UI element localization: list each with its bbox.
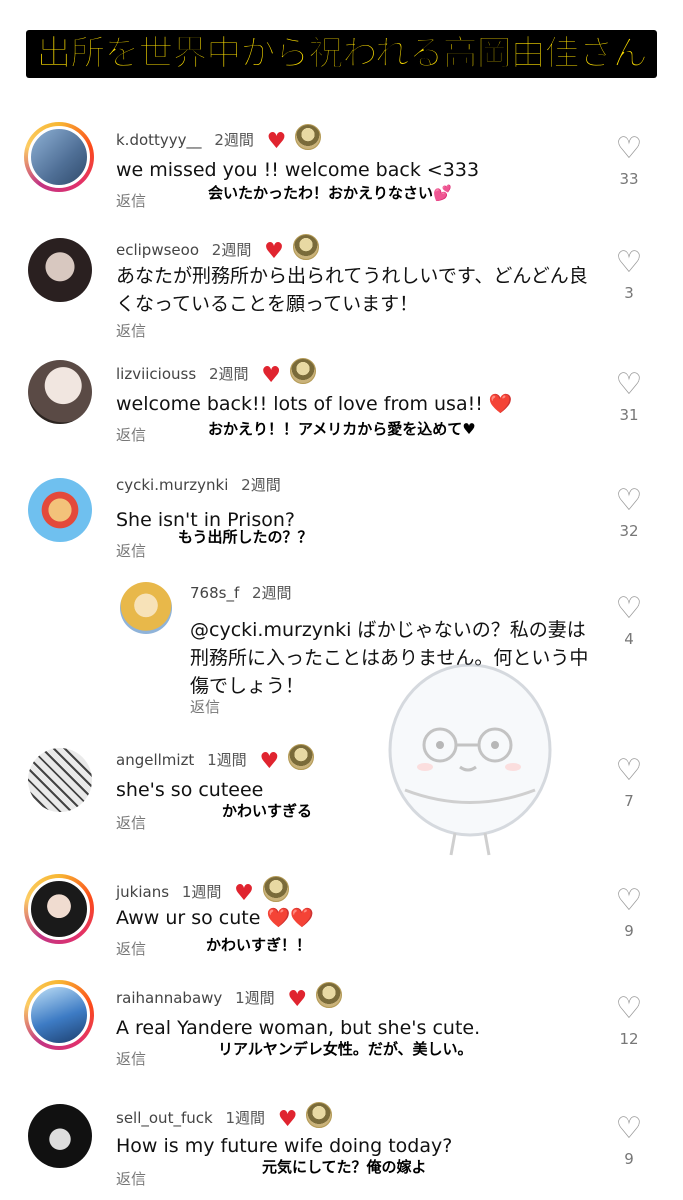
heart-outline-icon[interactable]: ♡: [612, 134, 646, 164]
reply-button[interactable]: 返信: [116, 320, 146, 341]
username[interactable]: k.dottyyy__: [116, 131, 202, 149]
reply-button[interactable]: 返信: [116, 1048, 146, 1069]
heart-outline-icon[interactable]: ♡: [612, 486, 646, 516]
comment-text: welcome back!! lots of love from usa!! ❤…: [116, 393, 513, 415]
timestamp: 1週間: [225, 1109, 265, 1127]
like-count: 7: [624, 792, 634, 810]
username[interactable]: raihannabawy: [116, 989, 222, 1007]
like-count: 12: [619, 1030, 639, 1048]
avatar[interactable]: [28, 360, 92, 424]
like-count: 32: [619, 522, 639, 540]
like-count: 33: [619, 170, 639, 188]
creator-avatar: [292, 234, 319, 260]
timestamp: 1週間: [181, 883, 222, 901]
timestamp: 1週間: [207, 751, 247, 769]
heart-outline-icon[interactable]: ♡: [612, 756, 646, 786]
avatar[interactable]: [28, 238, 92, 302]
red-heart-icon: ♥: [277, 1107, 298, 1132]
translation-caption: 会いたかったわ！おかえりなさい💕: [208, 184, 452, 202]
timestamp: 2週間: [211, 241, 252, 259]
creator-avatar: [306, 1102, 333, 1128]
username[interactable]: eclipwseoo: [116, 241, 199, 259]
avatar[interactable]: [120, 582, 172, 634]
red-heart-icon: ♥: [234, 881, 254, 906]
username[interactable]: sell_out_fuck: [116, 1109, 213, 1127]
translation-caption: かわいすぎる: [222, 802, 313, 820]
reply-button[interactable]: 返信: [116, 190, 146, 211]
avatar[interactable]: [28, 478, 92, 542]
like-count: 9: [624, 922, 634, 940]
red-heart-icon: ♥: [259, 749, 280, 774]
heart-outline-icon[interactable]: ♡: [612, 886, 646, 916]
like-count: 3: [624, 284, 634, 302]
reply-button[interactable]: 返信: [116, 1168, 146, 1189]
red-heart-icon: ♥: [287, 987, 308, 1012]
like-count: 4: [624, 630, 634, 648]
reply-button[interactable]: 返信: [116, 938, 146, 959]
creator-avatar: [287, 744, 314, 770]
like-count: 9: [624, 1150, 634, 1168]
creator-avatar: [295, 124, 322, 150]
avatar[interactable]: [24, 980, 94, 1050]
comment-text: we missed you !! welcome back <333: [116, 159, 480, 181]
timestamp: 2週間: [208, 365, 249, 383]
page-title: 出所を世界中から祝われる高岡由佳さん: [0, 30, 683, 78]
comment-text: Aww ur so cute ❤️❤️: [116, 907, 314, 929]
heart-outline-icon[interactable]: ♡: [612, 248, 646, 278]
creator-avatar: [289, 358, 316, 384]
translation-caption: リアルヤンデレ女性。だが、美しい。: [218, 1040, 473, 1058]
translation-caption: 元気にしてた？俺の嫁よ: [262, 1158, 427, 1176]
username[interactable]: jukians: [116, 883, 169, 901]
username[interactable]: lizviiciouss: [116, 365, 196, 383]
avatar[interactable]: [28, 748, 92, 812]
timestamp: 1週間: [235, 989, 275, 1007]
mascot-watermark: [388, 663, 552, 856]
avatar[interactable]: [24, 874, 94, 944]
avatar[interactable]: [24, 122, 94, 192]
reply-button[interactable]: 返信: [190, 696, 220, 717]
avatar[interactable]: [28, 1104, 92, 1168]
timestamp: 2週間: [214, 131, 254, 149]
translation-caption: おかえり！！アメリカから愛を込めて♥: [208, 420, 476, 438]
username[interactable]: cycki.murzynki: [116, 476, 228, 494]
red-heart-icon: ♥: [264, 239, 284, 264]
heart-outline-icon[interactable]: ♡: [612, 594, 646, 624]
heart-outline-icon[interactable]: ♡: [612, 1114, 646, 1144]
heart-outline-icon[interactable]: ♡: [612, 994, 646, 1024]
red-heart-icon: ♥: [266, 129, 287, 154]
reply-button[interactable]: 返信: [116, 812, 146, 833]
translation-caption: かわいすぎ！！: [206, 936, 312, 954]
translation-caption: もう出所したの？？: [178, 528, 313, 546]
username[interactable]: 768s_f: [190, 584, 239, 602]
title-text: 出所を世界中から祝われる高岡由佳さん: [26, 30, 657, 78]
like-count: 31: [619, 406, 639, 424]
username[interactable]: angellmizt: [116, 751, 194, 769]
comment-text: あなたが刑務所から出られてうれしいです、どんどん良くなっていることを願っています…: [116, 265, 588, 315]
creator-avatar: [315, 982, 342, 1008]
creator-avatar: [262, 876, 289, 902]
reply-button[interactable]: 返信: [116, 540, 146, 561]
timestamp: 2週間: [241, 476, 281, 494]
heart-outline-icon[interactable]: ♡: [612, 370, 646, 400]
timestamp: 2週間: [252, 584, 292, 602]
red-heart-icon: ♥: [261, 363, 281, 388]
reply-button[interactable]: 返信: [116, 424, 146, 445]
